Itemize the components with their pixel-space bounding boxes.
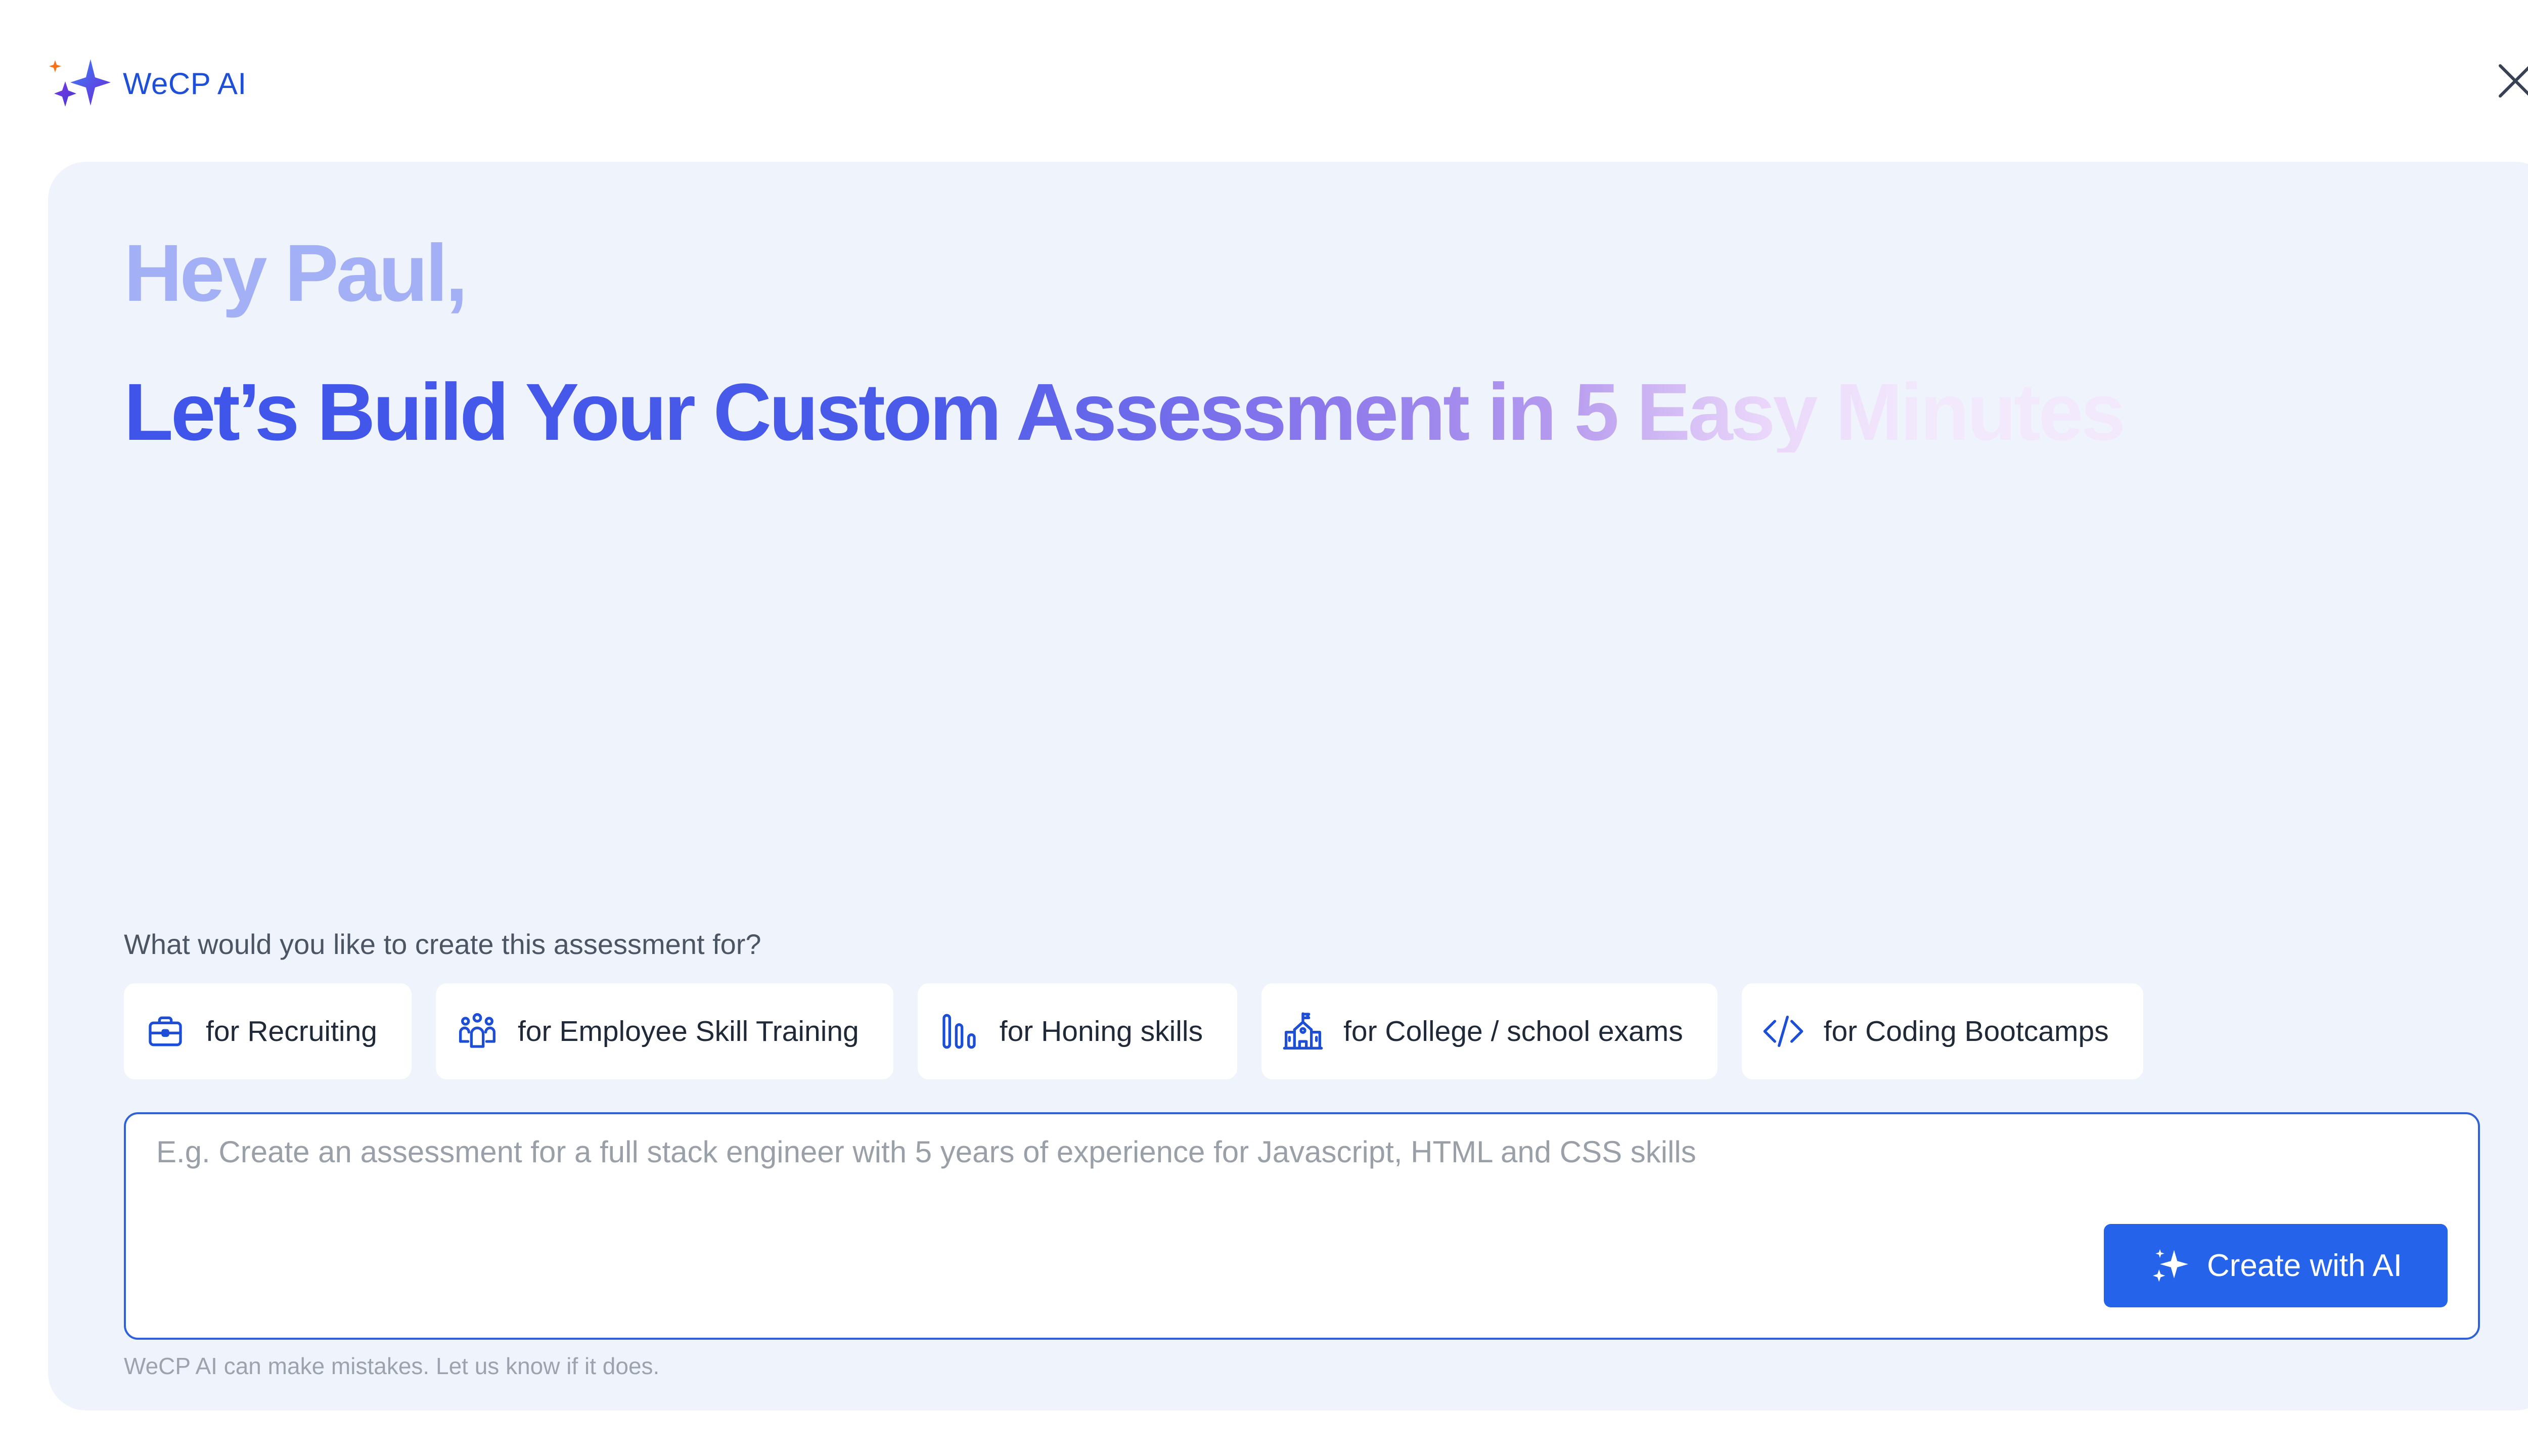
create-with-ai-label: Create with AI	[2207, 1248, 2402, 1283]
option-honing-skills[interactable]: for Honing skills	[917, 983, 1238, 1079]
option-label: for Recruiting	[206, 1015, 377, 1048]
sparkle-icon	[2153, 1249, 2189, 1282]
close-button[interactable]	[2495, 61, 2528, 101]
option-label: for Coding Bootcamps	[1823, 1015, 2109, 1048]
headline: Let’s Build Your Custom Assessment in 5 …	[124, 367, 2126, 457]
brand-name: WeCP AI	[123, 66, 247, 101]
app-header: WeCP AI	[48, 58, 247, 109]
briefcase-icon	[149, 1016, 182, 1046]
code-icon	[1763, 1016, 1803, 1047]
assessment-builder-panel: Hey Paul, Let’s Build Your Custom Assess…	[48, 162, 2528, 1410]
option-employee-skill-training[interactable]: for Employee Skill Training	[435, 983, 893, 1079]
option-label: for Employee Skill Training	[517, 1015, 859, 1048]
purpose-options: for Recruiting for Employee Skill Traini…	[124, 983, 2143, 1079]
assessment-prompt-input[interactable]	[156, 1134, 2431, 1225]
purpose-question: What would you like to create this asses…	[124, 928, 761, 960]
option-label: for College / school exams	[1343, 1015, 1683, 1048]
close-icon	[2499, 64, 2528, 98]
prompt-box: Create with AI	[124, 1112, 2480, 1340]
option-coding-bootcamps[interactable]: for Coding Bootcamps	[1741, 983, 2143, 1079]
ai-disclaimer: WeCP AI can make mistakes. Let us know i…	[124, 1353, 660, 1379]
option-recruiting[interactable]: for Recruiting	[124, 983, 412, 1079]
option-college-school-exams[interactable]: for College / school exams	[1261, 983, 1718, 1079]
school-icon	[1283, 1012, 1323, 1050]
bars-icon	[942, 1014, 976, 1049]
create-with-ai-button[interactable]: Create with AI	[2104, 1224, 2448, 1307]
sparkle-logo-icon	[49, 59, 111, 107]
option-label: for Honing skills	[999, 1015, 1203, 1048]
team-icon	[459, 1013, 495, 1048]
greeting: Hey Paul,	[124, 228, 468, 318]
